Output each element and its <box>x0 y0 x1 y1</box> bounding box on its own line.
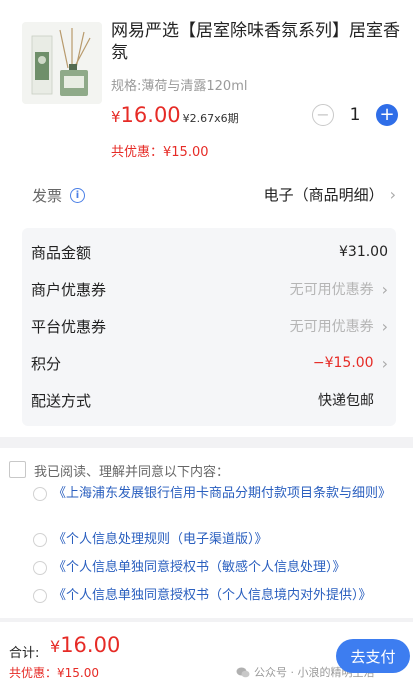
quantity-increment-button[interactable]: + <box>376 104 398 126</box>
summary-label: 商品金额 <box>31 243 92 262</box>
summary-value-text: 无可用优惠券 <box>289 319 374 335</box>
summary-value: 无可用优惠券 › <box>290 279 388 299</box>
price-summary: 商品金额 ¥31.00 商户优惠券 无可用优惠券 › 平台优惠券 无可用优惠券 › … <box>22 228 396 426</box>
summary-value-text: 快递包邮 <box>318 393 374 409</box>
summary-value: −¥15.00 › <box>313 354 388 373</box>
chevron-right-icon: › <box>381 316 388 336</box>
price-currency: ¥ <box>111 108 121 126</box>
summary-label: 积分 <box>31 354 62 373</box>
summary-row-platform-coupon[interactable]: 平台优惠券 无可用优惠券 › <box>31 315 388 337</box>
total-price: ¥16.00 <box>50 633 120 657</box>
invoice-selector[interactable]: 电子（商品明细） › <box>264 184 396 205</box>
summary-value: 快递包邮 <box>318 390 374 410</box>
agreement-doc-link[interactable]: 《上海浦东发展银行信用卡商品分期付款项目条款与细则》 <box>53 484 405 504</box>
product-title: 网易严选【居室除味香氛系列】居室香氛 <box>111 21 400 63</box>
summary-value: ¥31.00 <box>339 244 388 260</box>
agreement-checkbox[interactable] <box>9 461 26 478</box>
bullet-icon <box>33 589 47 603</box>
total-discount: 共优惠：¥15.00 <box>9 666 99 680</box>
total-amount: 16.00 <box>60 633 121 657</box>
summary-row-points[interactable]: 积分 −¥15.00 › <box>31 352 388 374</box>
product-image[interactable] <box>22 22 102 104</box>
chevron-right-icon: › <box>381 279 388 299</box>
agreement-doc-link[interactable]: 《个人信息单独同意授权书（敏感个人信息处理）》 <box>53 558 405 578</box>
chevron-right-icon: › <box>389 185 396 204</box>
summary-value-text: −¥15.00 <box>312 355 374 371</box>
quantity-value: 1 <box>349 105 361 125</box>
total-currency: ¥ <box>50 637 61 656</box>
summary-label: 平台优惠券 <box>31 317 107 336</box>
summary-value-text: ¥31.00 <box>339 244 388 260</box>
summary-label: 商户优惠券 <box>31 280 107 299</box>
info-icon[interactable]: i <box>70 188 86 203</box>
quantity-decrement-button[interactable]: − <box>312 104 334 126</box>
summary-row-goods-amount: 商品金额 ¥31.00 <box>31 241 388 263</box>
installment-info: ¥2.67x6期 <box>182 112 239 125</box>
summary-row-merchant-coupon[interactable]: 商户优惠券 无可用优惠券 › <box>31 278 388 300</box>
invoice-label: 发票 i <box>32 185 86 206</box>
summary-row-delivery: 配送方式 快递包邮 <box>31 389 388 411</box>
product-discount: 共优惠：¥15.00 <box>111 145 209 160</box>
agreement-doc-link[interactable]: 《个人信息处理规则（电子渠道版）》 <box>53 530 405 550</box>
price-amount: 16.00 <box>120 103 181 127</box>
product-spec: 规格:薄荷与清露120ml <box>111 79 248 94</box>
summary-label: 配送方式 <box>31 391 92 410</box>
agreement-intro: 我已阅读、理解并同意以下内容： <box>34 465 230 480</box>
bullet-icon <box>33 533 47 547</box>
invoice-label-text: 发票 <box>32 187 63 205</box>
wechat-icon <box>236 667 250 677</box>
bullet-icon <box>33 561 47 575</box>
agreement-doc-link[interactable]: 《个人信息单独同意授权书（个人信息境内对外提供）》 <box>53 586 405 606</box>
chevron-right-icon: › <box>381 353 388 373</box>
summary-value-text: 无可用优惠券 <box>289 282 374 298</box>
bullet-icon <box>33 487 47 501</box>
summary-value: 无可用优惠券 › <box>290 316 388 336</box>
product-price: ¥16.00 ¥2.67x6期 <box>111 103 239 127</box>
pay-button[interactable]: 去支付 <box>336 639 410 673</box>
total-label: 合计: <box>9 646 40 661</box>
invoice-value: 电子（商品明细） <box>263 186 384 204</box>
